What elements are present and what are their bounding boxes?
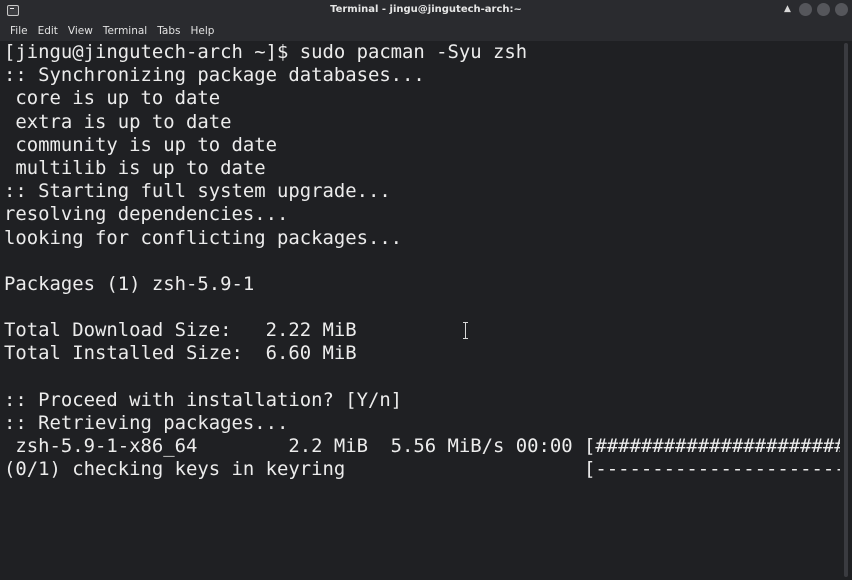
maximize-icon[interactable] bbox=[817, 3, 830, 16]
terminal-line: :: Starting full system upgrade... bbox=[4, 180, 391, 203]
menu-file[interactable]: File bbox=[10, 25, 28, 37]
terminal-output[interactable]: [jingu@jingutech-arch ~]$ sudo pacman -S… bbox=[0, 41, 840, 580]
terminal-window: Terminal - jingu@jingutech-arch:~ ▲ File… bbox=[0, 0, 852, 580]
menu-help[interactable]: Help bbox=[190, 25, 214, 37]
terminal-app-icon[interactable] bbox=[7, 4, 19, 16]
scrollbar-thumb[interactable] bbox=[844, 43, 848, 577]
terminal-scrollbar[interactable] bbox=[840, 41, 852, 580]
window-title: Terminal - jingu@jingutech-arch:~ bbox=[330, 4, 522, 15]
terminal-line: Packages (1) zsh-5.9-1 bbox=[4, 272, 255, 295]
terminal-line: Total Download Size: 2.22 MiB bbox=[4, 319, 357, 342]
menu-bar: File Edit View Terminal Tabs Help bbox=[0, 20, 852, 41]
terminal-line: extra is up to date bbox=[4, 110, 232, 133]
terminal-line: :: Retrieving packages... bbox=[4, 412, 289, 434]
terminal-line: Total Installed Size: 6.60 MiB bbox=[4, 342, 357, 365]
terminal-line: multilib is up to date bbox=[4, 156, 266, 179]
menu-tabs[interactable]: Tabs bbox=[157, 25, 180, 37]
terminal-line: community is up to date bbox=[4, 133, 277, 156]
close-icon[interactable] bbox=[835, 3, 848, 16]
terminal-line: zsh-5.9-1-x86_64 2.2 MiB 5.56 MiB/s 00:0… bbox=[4, 435, 840, 458]
menu-edit[interactable]: Edit bbox=[38, 25, 58, 37]
terminal-line: :: Synchronizing package databases... bbox=[4, 64, 425, 87]
title-bar[interactable]: Terminal - jingu@jingutech-arch:~ ▲ bbox=[0, 0, 852, 20]
menu-view[interactable]: View bbox=[68, 25, 93, 37]
minimize-icon[interactable] bbox=[799, 3, 812, 16]
terminal-line: (0/1) checking keys in keyring [--------… bbox=[4, 458, 840, 481]
text-cursor-icon bbox=[463, 322, 468, 339]
terminal-line: :: Proceed with installation? [Y/n] bbox=[4, 388, 403, 411]
window-controls: ▲ bbox=[781, 3, 848, 16]
menu-terminal[interactable]: Terminal bbox=[103, 25, 147, 37]
chevron-up-icon[interactable]: ▲ bbox=[781, 3, 794, 16]
terminal-line: looking for conflicting packages... bbox=[4, 226, 403, 249]
terminal-line: resolving dependencies... bbox=[4, 203, 289, 226]
terminal-line: core is up to date bbox=[4, 87, 221, 110]
terminal-line: [jingu@jingutech-arch ~]$ sudo pacman -S… bbox=[4, 41, 528, 63]
